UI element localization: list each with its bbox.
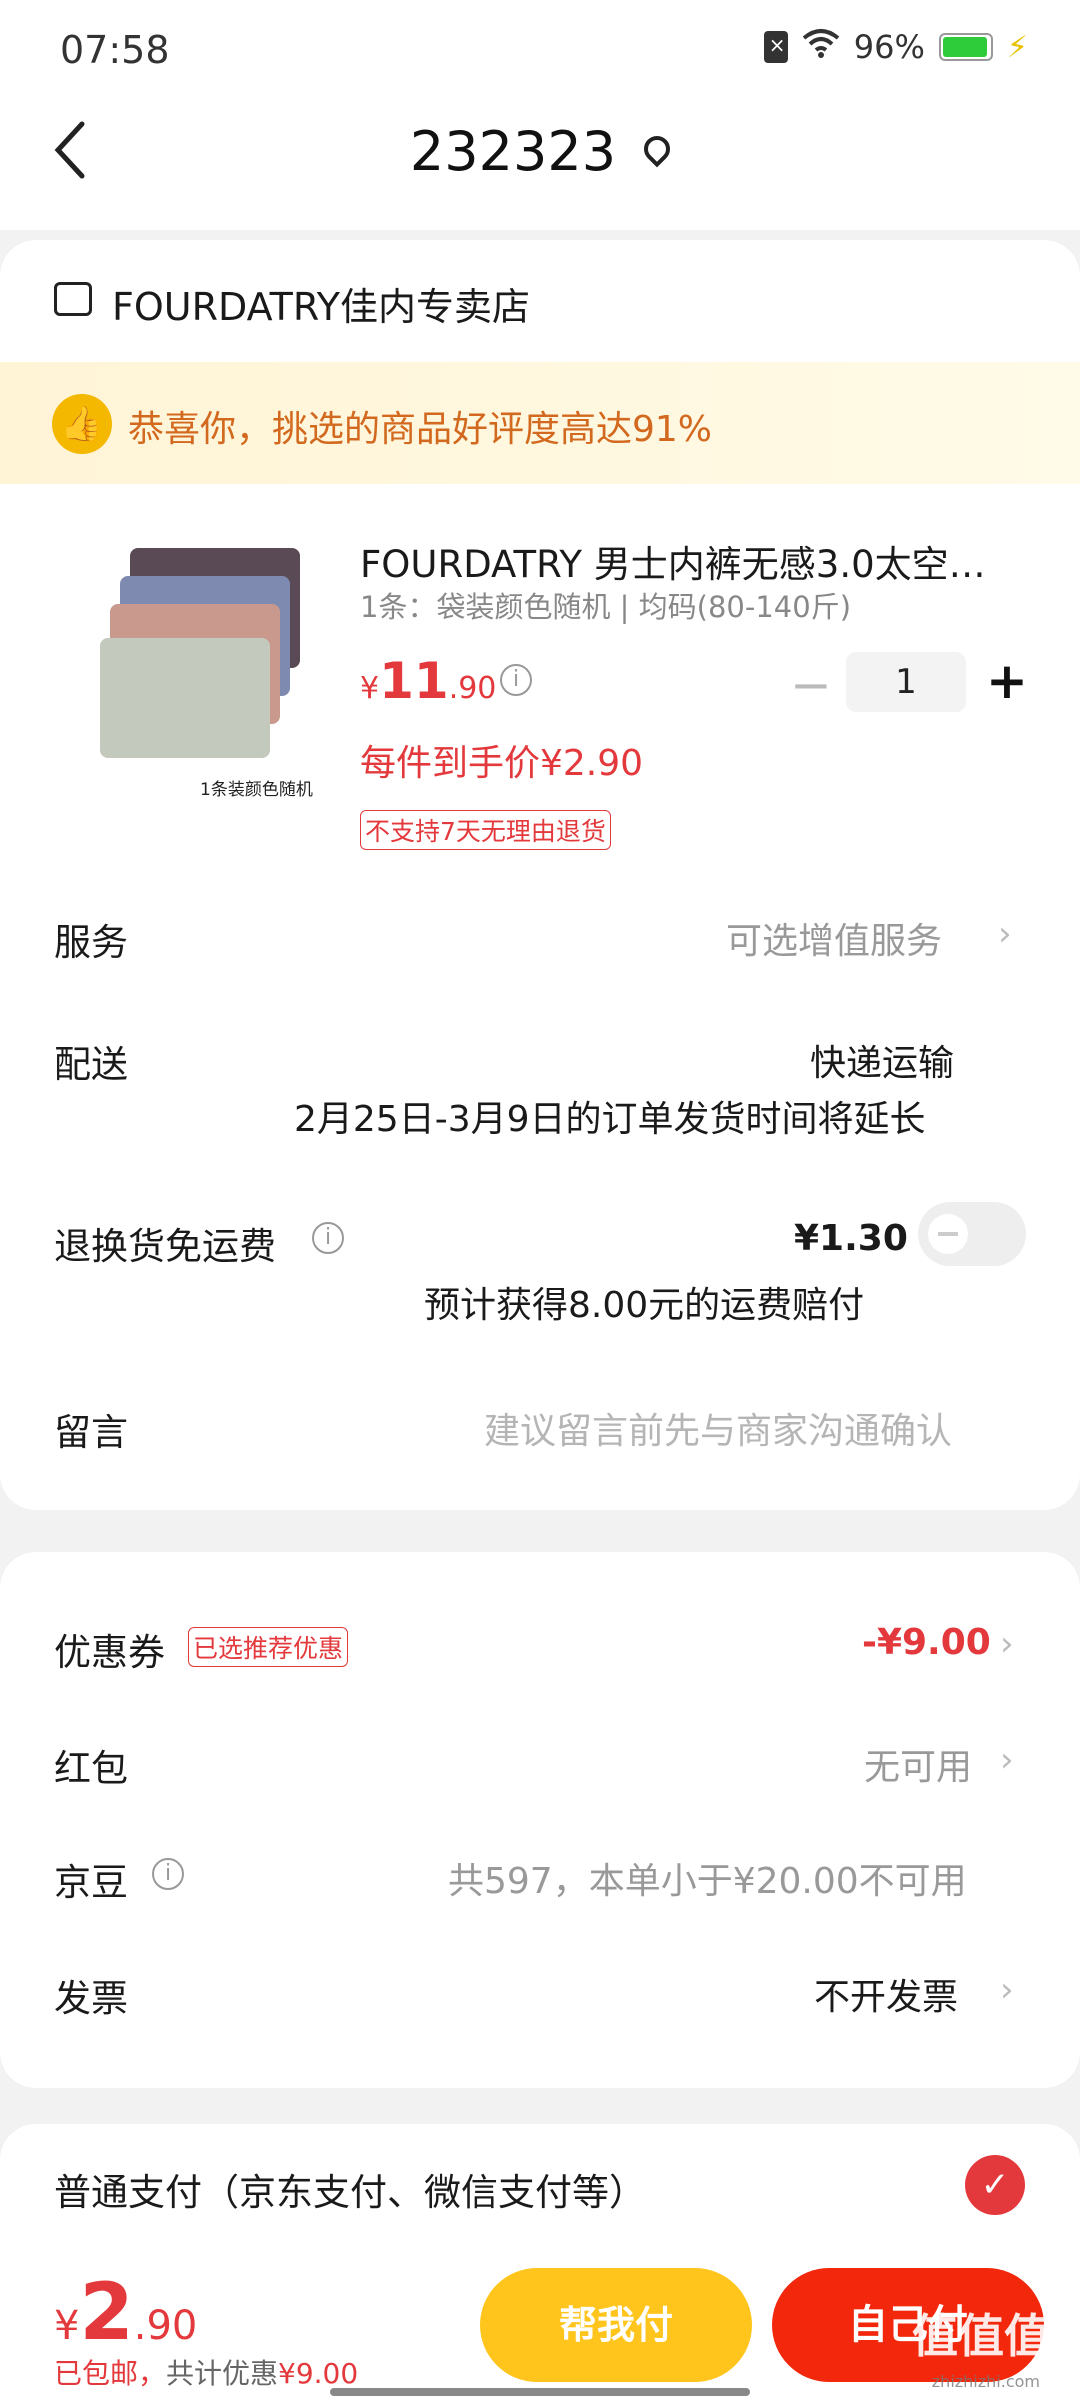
red-packet-chevron-icon[interactable]: ›	[1000, 1740, 1014, 1780]
status-icons: 96% ⚡	[763, 28, 1028, 66]
status-time: 07:58	[60, 28, 170, 72]
return-shipping-note: 预计获得8.00元的运费赔付	[424, 1285, 865, 1326]
battery-icon	[938, 33, 993, 61]
shipping-note: 已包邮，	[54, 2357, 167, 2390]
red-packet-label: 红包	[54, 1747, 128, 1790]
invoice-chevron-icon[interactable]: ›	[1000, 1970, 1014, 2010]
product-price: ¥11.90	[360, 652, 496, 710]
charging-icon: ⚡	[1006, 29, 1028, 65]
page-title-wrap[interactable]: 232323	[0, 120, 1080, 183]
delivery-note: 2月25日-3月9日的订单发货时间将延长	[294, 1099, 926, 1140]
price-int: 11	[379, 652, 449, 710]
toggle-knob	[928, 1214, 968, 1254]
total-price: ¥2.90	[54, 2268, 197, 2358]
battery-level	[942, 37, 988, 57]
quantity-plus-button[interactable]: +	[986, 652, 1028, 710]
invoice-label: 发票	[54, 1977, 128, 2020]
coupon-chevron-icon[interactable]: ›	[1000, 1624, 1014, 1664]
discount-total: ¥9.00	[278, 2357, 359, 2390]
delivery-label: 配送	[54, 1043, 128, 1086]
quantity-input[interactable]: 1	[846, 652, 966, 712]
jd-beans-value: 共597，本单小于¥20.00不可用	[448, 1861, 967, 1902]
store-icon	[54, 282, 92, 316]
product-layer	[100, 638, 270, 758]
total-dec: .90	[133, 2303, 198, 2349]
service-chevron-icon[interactable]: ›	[998, 914, 1012, 954]
battery-percent: 96%	[853, 28, 925, 66]
thumbs-up-icon: 👍	[52, 394, 112, 454]
product-title[interactable]: FOURDATRY 男士内裤无感3.0太空…	[360, 534, 1020, 588]
message-input[interactable]: 建议留言前先与商家沟通确认	[484, 1402, 952, 1454]
service-label: 服务	[54, 921, 128, 964]
invoice-value[interactable]: 不开发票	[814, 1968, 958, 2020]
product-image[interactable]	[90, 548, 320, 788]
price-dec: .90	[448, 671, 497, 706]
return-shipping-value: ¥1.30	[794, 1218, 908, 1259]
product-image-caption: 1条装颜色随机	[200, 780, 313, 800]
sim-off-icon	[763, 31, 788, 63]
page-title: 232323	[409, 120, 617, 183]
praise-text: 恭喜你，挑选的商品好评度高达91%	[128, 409, 713, 450]
return-shipping-info-icon[interactable]: i	[312, 1222, 344, 1254]
coupon-value[interactable]: -¥9.00	[862, 1622, 991, 1663]
store-name[interactable]: FOURDATRY佳内专卖店	[112, 276, 530, 331]
coupon-label: 优惠券	[54, 1631, 165, 1674]
return-shipping-label: 退换货免运费	[54, 1225, 276, 1268]
total-sub: 已包邮，共计优惠¥9.00	[54, 2352, 358, 2392]
red-packet-value[interactable]: 无可用	[864, 1738, 972, 1790]
payment-selected-check-icon[interactable]: ✓	[965, 2155, 1025, 2215]
price-info-icon[interactable]: i	[500, 664, 532, 696]
jd-beans-info-icon[interactable]: i	[152, 1858, 184, 1890]
watermark-logo: 值值值	[912, 2309, 1050, 2363]
no-return-badge: 不支持7天无理由退货	[360, 810, 611, 850]
location-pin-icon	[638, 130, 676, 168]
message-label: 留言	[54, 1411, 128, 1454]
jd-beans-label: 京豆	[54, 1861, 128, 1904]
unit-price: 每件到手价¥2.90	[360, 743, 644, 784]
home-indicator[interactable]	[330, 2388, 750, 2396]
price-currency: ¥	[360, 671, 380, 706]
service-value[interactable]: 可选增值服务	[726, 912, 942, 964]
return-shipping-toggle[interactable]	[918, 1202, 1026, 1266]
coupon-recommended-badge: 已选推荐优惠	[188, 1627, 349, 1667]
total-currency: ¥	[54, 2303, 80, 2349]
product-spec[interactable]: 1条：袋装颜色随机 | 均码(80-140斤)	[360, 584, 851, 626]
discount-prefix: 共计优惠	[166, 2357, 279, 2390]
help-pay-button[interactable]: 帮我付	[480, 2268, 752, 2382]
watermark-url: zhizhizhi.com	[931, 2372, 1040, 2391]
quantity-minus-button[interactable]: −	[790, 656, 832, 714]
payment-method-label[interactable]: 普通支付（京东支付、微信支付等）	[54, 2162, 646, 2216]
delivery-value[interactable]: 快递运输	[810, 1034, 954, 1086]
total-int: 2	[79, 2268, 134, 2358]
wifi-icon	[802, 28, 840, 66]
